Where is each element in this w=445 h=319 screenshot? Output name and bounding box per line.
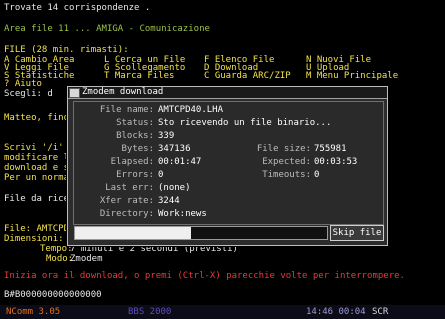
instructions-line-4: Per un norma: [4, 173, 70, 183]
timeouts-value: 0: [314, 170, 320, 180]
blocks-label: Blocks:: [116, 131, 154, 141]
transfer-progress-bar: [74, 226, 328, 240]
bytes-label: Bytes:: [121, 144, 154, 154]
elapsed-value: 00:01:47: [158, 157, 202, 167]
file-name-value: AMTCPD40.LHA: [158, 105, 224, 115]
progress-fill: [75, 227, 191, 239]
menu-item-menu-principale[interactable]: M Menu Principale: [306, 71, 398, 82]
scegli-prompt: Scegli: d: [4, 89, 53, 99]
directory-value: Work:news: [158, 209, 207, 219]
area-line: Area file 11 ... AMIGA - Comunicazione: [4, 24, 210, 34]
download-start-message: Inizia ora il download, o premi (Ctrl-X)…: [4, 271, 405, 281]
app-version: NComm 3.05: [6, 307, 61, 317]
elapsed-label: Elapsed:: [110, 157, 154, 167]
menu-item-guarda-arc-zip[interactable]: C Guarda ARC/ZIP: [204, 71, 291, 82]
file-da-ricevere-line: File da rice: [4, 194, 70, 204]
expected-label: Expected:: [262, 157, 311, 167]
screen-mode-indicator[interactable]: SCR: [372, 307, 388, 318]
xfer-rate-value: 3244: [158, 196, 180, 206]
window-titlebar[interactable]: Zmodem download: [68, 87, 387, 99]
transfer-init-string: B#B000000000000000: [4, 290, 102, 300]
last-error-label: Last err:: [105, 183, 154, 193]
greeting-line: Matteo, fino: [4, 113, 70, 123]
errors-label: Errors:: [116, 170, 154, 180]
file-name-label: File name:: [99, 105, 154, 115]
status-bar: NComm 3.05 BBS 2000 14:46 00:04 SCR: [0, 305, 445, 319]
errors-value: 0: [158, 170, 164, 180]
transfer-info-panel: File name: AMTCPD40.LHA Status: Sto rice…: [73, 101, 384, 225]
bbs-name: BBS 2000: [128, 307, 172, 317]
matches-line: Trovate 14 corrispondenze .: [4, 3, 151, 13]
menu-item-marca-files[interactable]: T Marca Files: [104, 71, 174, 82]
status-value: Sto ricevendo un file binario...: [158, 118, 332, 128]
modo-value: Zmodem: [70, 254, 103, 264]
status-label: Status:: [116, 118, 154, 128]
last-error-value: (none): [158, 183, 191, 193]
timeouts-label: Timeouts:: [262, 170, 311, 180]
xfer-rate-label: Xfer rate:: [99, 196, 154, 206]
close-gadget-icon[interactable]: [69, 88, 80, 98]
file-size-label: File size:: [256, 144, 311, 154]
file-size-value: 755981: [314, 144, 347, 154]
directory-label: Directory:: [99, 209, 154, 219]
zmodem-download-window: Zmodem download File name: AMTCPD40.LHA …: [67, 86, 388, 246]
window-title: Zmodem download: [82, 87, 164, 97]
clock-and-online-time: 14:46 00:04: [306, 307, 366, 317]
blocks-value: 339: [158, 131, 175, 141]
skip-file-button[interactable]: Skip file: [330, 225, 384, 241]
expected-value: 00:03:53: [314, 157, 358, 167]
bytes-value: 347136: [158, 144, 191, 154]
